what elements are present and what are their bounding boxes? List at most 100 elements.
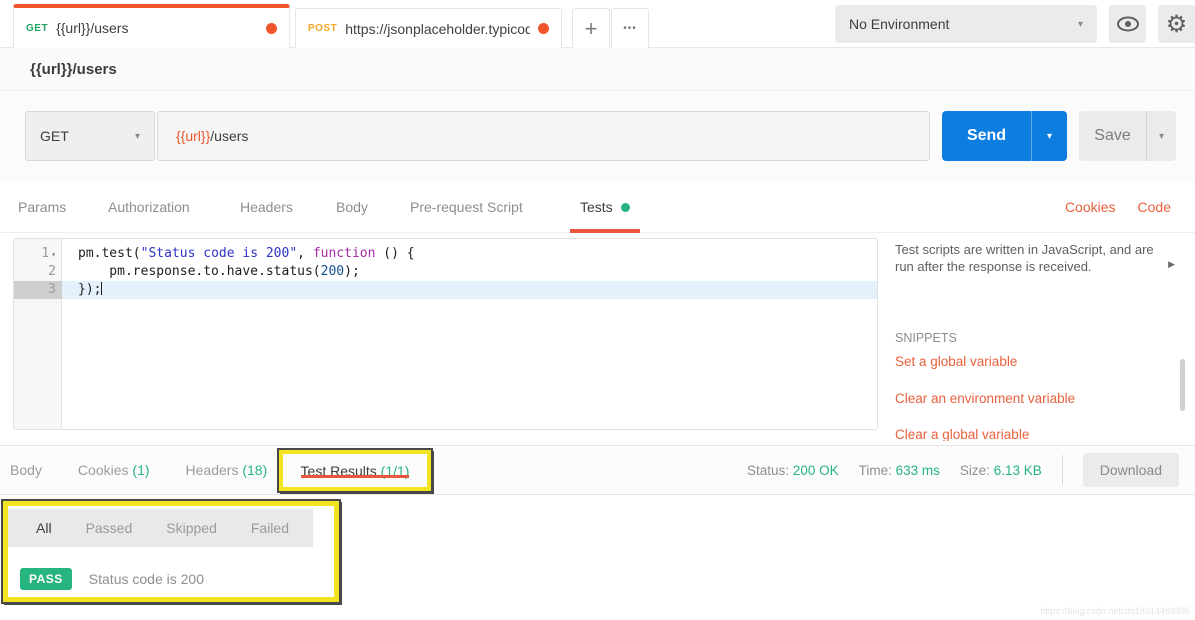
tab-authorization[interactable]: Authorization (108, 181, 190, 233)
headers-count: (18) (242, 462, 268, 478)
tab-method-label: GET (26, 22, 49, 34)
collapse-panel-arrow-icon[interactable]: ▶ (1168, 259, 1175, 270)
code-text: }); (62, 281, 877, 299)
new-tab-button[interactable]: + (572, 8, 610, 48)
status-value: 200 OK (792, 462, 839, 478)
test-script-editor[interactable]: 1 ▾ pm.test("Status code is 200", function… (13, 238, 878, 430)
line-number: 1 ▾ (41, 246, 56, 261)
tab-label: Headers (185, 462, 239, 478)
url-path-segment: /users (210, 128, 249, 144)
method-dropdown[interactable]: GET ▾ (25, 111, 155, 161)
url-input[interactable]: {{url}}/users (157, 111, 930, 161)
snippet-clear-environment-variable[interactable]: Clear an environment variable (895, 391, 1075, 406)
tab-params[interactable]: Params (18, 181, 66, 233)
request-tab-post-jsonplaceholder[interactable]: POST https://jsonplaceholder.typicod (295, 8, 562, 48)
tab-headers[interactable]: Headers (240, 181, 293, 233)
code-text: pm.test("Status code is 200", function (… (78, 246, 415, 261)
tab-method-label: POST (308, 23, 338, 34)
postman-app: GET {{url}}/users POST https://jsonplace… (0, 0, 1195, 620)
chevron-down-icon: ▾ (1046, 130, 1053, 142)
save-button-label: Save (1094, 127, 1131, 144)
response-tab-headers[interactable]: Headers (18) (186, 462, 268, 478)
request-tab-bar: GET {{url}}/users POST https://jsonplace… (0, 0, 1195, 48)
response-tabs: Body Cookies (1) Headers (18) (10, 446, 267, 494)
filter-skipped[interactable]: Skipped (166, 520, 217, 536)
snippet-clear-global-variable[interactable]: Clear a global variable (895, 427, 1029, 441)
save-options-button[interactable]: ▾ (1146, 111, 1176, 161)
filter-failed[interactable]: Failed (251, 520, 289, 536)
send-button-label: Send (966, 127, 1007, 144)
code-link[interactable]: Code (1138, 199, 1171, 215)
code-line[interactable]: 1 ▾ pm.test("Status code is 200", function… (14, 245, 877, 263)
request-name-row: {{url}}/users (0, 48, 1195, 91)
code-lines: 1 ▾ pm.test("Status code is 200", function… (14, 239, 877, 299)
fold-arrow-icon[interactable]: ▾ (51, 250, 56, 259)
divider (1061, 455, 1063, 485)
more-tabs-button[interactable]: ••• (611, 8, 649, 48)
send-button[interactable]: Send ▾ (942, 111, 1067, 161)
environment-quick-look-button[interactable] (1109, 5, 1146, 43)
tab-label: Tests (580, 199, 613, 215)
plus-icon: + (584, 15, 598, 41)
code-line[interactable]: 2 pm.response.to.have.status(200); (14, 263, 877, 281)
url-builder-row: GET ▾ {{url}}/users Send ▾ Save ▾ (0, 91, 1195, 181)
tests-help-panel: Test scripts are written in JavaScript, … (895, 241, 1187, 441)
cookies-count: (1) (132, 462, 150, 478)
snippets-scrollbar[interactable] (1180, 359, 1185, 411)
tab-body[interactable]: Body (336, 181, 368, 233)
tab-label: Headers (240, 199, 293, 215)
response-tab-cookies[interactable]: Cookies (1) (78, 462, 150, 478)
ellipsis-icon: ••• (623, 23, 637, 34)
download-button[interactable]: Download (1082, 453, 1179, 487)
filter-passed[interactable]: Passed (86, 520, 133, 536)
watermark: https://blog.csdn.net/zbj18314469395 (1040, 606, 1190, 616)
status-label: Status: (747, 462, 790, 478)
tab-label: Body (10, 462, 42, 478)
tab-pre-request-script[interactable]: Pre-request Script (410, 181, 523, 233)
size-label: Size: (959, 462, 990, 478)
url-variable-segment: {{url}} (176, 128, 211, 144)
test-results-highlight-annotation: Test Results (1/1) (277, 448, 433, 493)
code-line[interactable]: 3}); (14, 281, 877, 299)
request-subtabs-row: Params Authorization Headers Body Pre-re… (0, 181, 1195, 233)
request-name: {{url}}/users (30, 60, 117, 78)
send-options-button[interactable]: ▾ (1031, 111, 1067, 161)
tab-label: Pre-request Script (410, 199, 523, 215)
test-results-filterbar: All Passed Skipped Failed (8, 509, 313, 547)
request-tab-get-users[interactable]: GET {{url}}/users (13, 4, 290, 48)
environment-selected-value: No Environment (849, 16, 950, 32)
response-tab-body[interactable]: Body (10, 462, 42, 478)
unsaved-indicator-dot (538, 23, 549, 34)
tab-title: {{url}}/users (56, 20, 129, 36)
size-value: 6.13 KB (993, 462, 1042, 478)
status-metric: Status: 200 OK (747, 463, 839, 478)
tab-tests[interactable]: Tests (570, 181, 640, 233)
tests-active-dot-icon (620, 202, 630, 212)
eye-icon (1116, 16, 1139, 32)
snippets-heading: SNIPPETS (895, 331, 957, 345)
environment-area: No Environment ▾ ⚙ (835, 5, 1195, 43)
line-number: 2 (48, 264, 56, 279)
response-meta-bar: Body Cookies (1) Headers (18) Test Resul… (0, 445, 1195, 495)
response-metrics: Status: 200 OK Time: 633 ms Size: 6.13 K… (747, 446, 1179, 494)
tests-help-description: Test scripts are written in JavaScript, … (895, 242, 1154, 274)
settings-button[interactable]: ⚙ (1158, 5, 1195, 43)
cookies-link[interactable]: Cookies (1065, 199, 1116, 215)
active-tab-underline (300, 474, 410, 478)
tab-label: Cookies (77, 462, 129, 478)
gear-icon: ⚙ (1165, 10, 1188, 38)
environment-selector[interactable]: No Environment ▾ (835, 5, 1097, 43)
pass-status-badge: PASS (20, 568, 72, 590)
test-result-row: PASS Status code is 200 (20, 568, 204, 590)
tab-label: Authorization (108, 199, 190, 215)
snippet-set-global-variable[interactable]: Set a global variable (895, 354, 1017, 369)
filter-all[interactable]: All (36, 520, 52, 536)
tab-title: https://jsonplaceholder.typicod (345, 20, 530, 37)
time-metric: Time: 633 ms (859, 463, 940, 478)
response-tab-test-results[interactable]: Test Results (1/1) (299, 463, 412, 479)
unsaved-indicator-dot (266, 22, 277, 34)
save-button[interactable]: Save ▾ (1079, 111, 1176, 161)
chevron-down-icon: ▾ (134, 130, 140, 142)
tab-label: Body (336, 199, 368, 215)
code-text: pm.response.to.have.status(200); (78, 264, 360, 279)
